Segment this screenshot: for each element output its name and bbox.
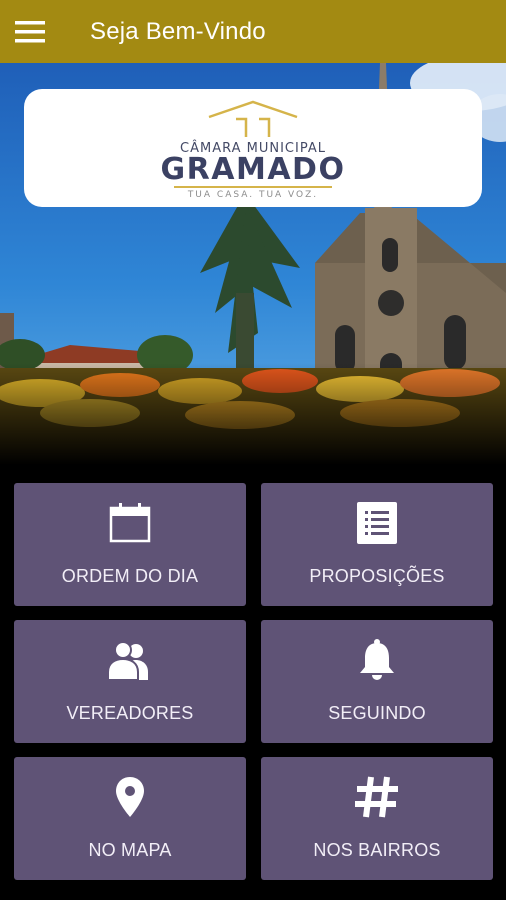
tile-vereadores[interactable]: VEREADORES [14, 620, 246, 743]
hashtag-icon [355, 776, 398, 818]
tile-no-mapa[interactable]: NO MAPA [14, 757, 246, 880]
document-list-icon [357, 502, 397, 544]
menu-button[interactable] [2, 0, 58, 63]
tile-label: SEGUINDO [328, 703, 426, 723]
tile-proposicoes[interactable]: PROPOSIÇÕES [261, 483, 493, 606]
tile-label: NO MAPA [88, 840, 172, 860]
map-pin-icon [116, 777, 144, 817]
bell-icon [360, 639, 394, 680]
hamburger-menu-icon [15, 20, 45, 42]
tile-seguindo[interactable]: SEGUINDO [261, 620, 493, 743]
tile-ordem-do-dia[interactable]: ORDEM DO DIA [14, 483, 246, 606]
logo-card: CÂMARA MUNICIPAL GRAMADO TUA CASA. TUA V… [24, 89, 482, 207]
tile-label: NOS BAIRROS [313, 840, 441, 860]
logo-tagline: TUA CASA. TUA VOZ. [187, 189, 319, 200]
tile-label: ORDEM DO DIA [61, 566, 199, 586]
calendar-icon [109, 503, 151, 543]
users-icon [107, 641, 148, 680]
page-title: Seja Bem-Vindo [90, 17, 266, 45]
tile-label: PROPOSIÇÕES [309, 566, 445, 586]
logo-line-gramado: GRAMADO [160, 151, 346, 187]
app-bar: Seja Bem-Vindo [0, 0, 506, 63]
logo-roof-icon [208, 100, 298, 137]
menu-grid: ORDEM DO DIA PROPOSIÇÕES VEREADORES SEGU… [14, 483, 493, 880]
tile-label: VEREADORES [66, 703, 194, 723]
tile-nos-bairros[interactable]: NOS BAIRROS [261, 757, 493, 880]
logo-divider [174, 185, 332, 188]
